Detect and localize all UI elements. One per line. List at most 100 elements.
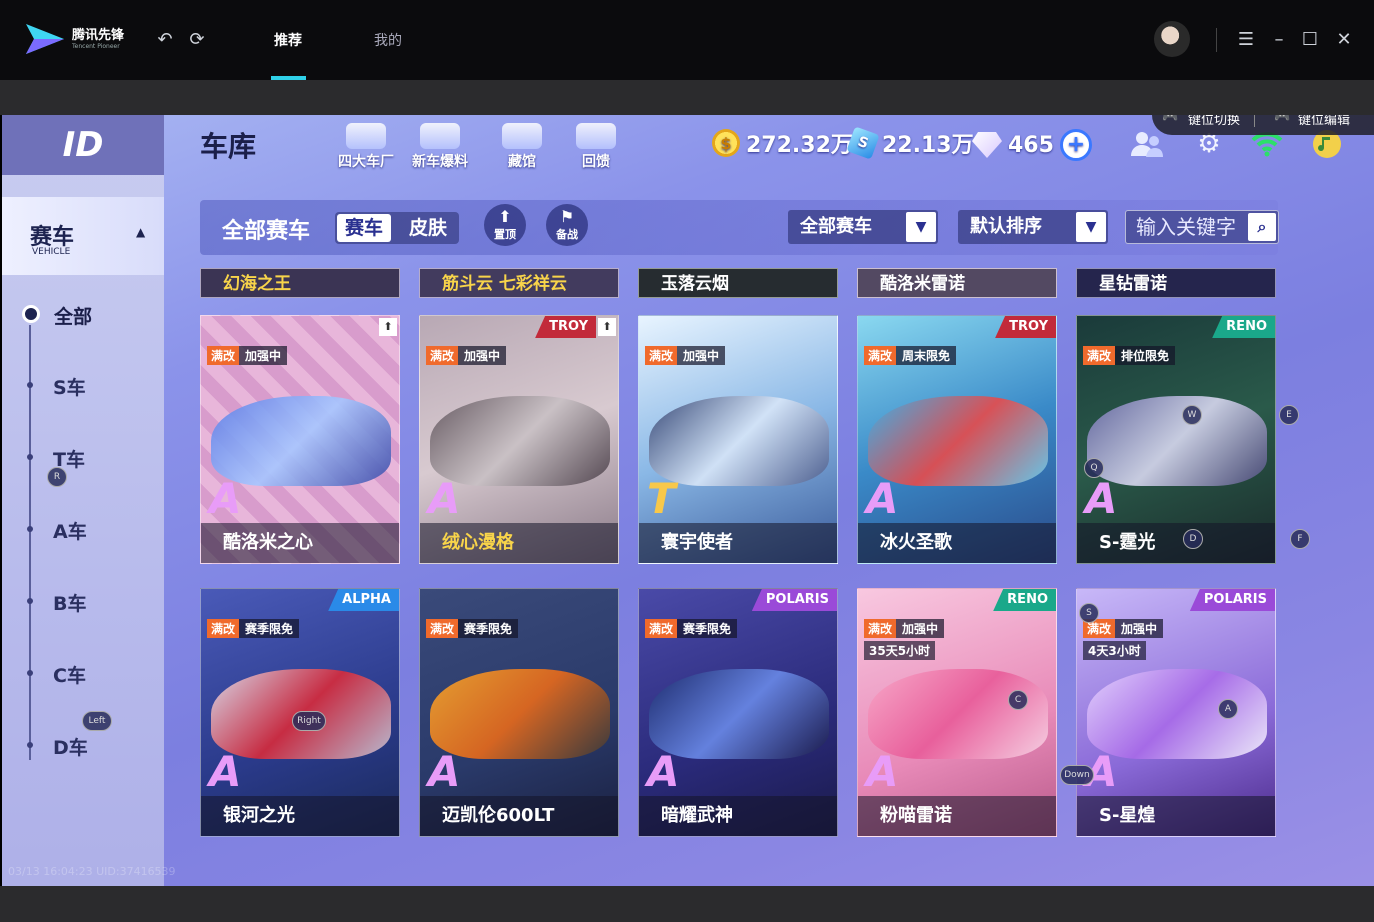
cube-icon: S [846, 126, 880, 160]
tab-cars[interactable]: 赛车 [337, 214, 392, 242]
tuning-badge: 满改 [426, 346, 459, 365]
key-hint: Down [1060, 765, 1094, 785]
key-hint: Left [82, 711, 112, 731]
grade-label: A [866, 747, 899, 796]
keymap-edit-button[interactable]: 键位编辑 [1298, 115, 1350, 128]
car-card[interactable]: TROY ⬆ 满改 加强中 A 绒心漫格 [419, 315, 619, 564]
status-badge: 加强中 [896, 619, 945, 638]
search-input[interactable] [1136, 214, 1246, 240]
sidebar-item-s[interactable]: S车 [53, 373, 86, 400]
avatar[interactable] [1154, 21, 1190, 57]
tab-recommend[interactable]: 推荐 [274, 30, 302, 50]
car-card[interactable]: 满改 加强中 T 寰宇使者 [638, 315, 838, 564]
hud-link-new-cars[interactable]: 新车爆料 [412, 123, 468, 171]
app-logo[interactable]: 腾讯先锋 Tencent Pioneer [24, 22, 124, 56]
car-card[interactable]: 星钻雷诺 [1076, 268, 1276, 298]
car-card[interactable]: RENO 满改 加强中 35天5小时 A 粉喵雷诺 [857, 588, 1057, 837]
key-hint: W [1182, 405, 1202, 425]
status-badge: 加强中 [1115, 619, 1164, 638]
car-image [1087, 669, 1267, 759]
pin-icon[interactable]: ⬆ [598, 318, 616, 336]
grade-label: A [1085, 474, 1118, 523]
flag-icon: ⚑ [559, 207, 575, 226]
maximize-icon[interactable]: ☐ [1300, 30, 1320, 50]
car-card[interactable]: 满改 赛季限免 A 迈凯伦600LT [419, 588, 619, 837]
divider [1254, 115, 1255, 127]
grade-label: A [647, 747, 680, 796]
car-icon [502, 123, 542, 149]
friends-icon[interactable] [1130, 127, 1164, 161]
hud-link-factories[interactable]: 四大车厂 [338, 123, 394, 171]
car-card[interactable]: ⬆ 满改 加强中 A 酷洛米之心 [200, 315, 400, 564]
car-image [430, 396, 610, 486]
sidebar-item-d[interactable]: D车 [53, 733, 88, 760]
keymap-switch-button[interactable]: 键位切换 [1188, 115, 1240, 128]
car-factory-icon [346, 123, 386, 149]
car-image [868, 396, 1048, 486]
car-card[interactable]: 筋斗云 七彩祥云 [419, 268, 619, 298]
prepare-race-button[interactable]: ⚑ 备战 [546, 204, 588, 246]
pin-to-top-button[interactable]: ⬆ 置顶 [484, 204, 526, 246]
toolbar-gap [0, 80, 1374, 115]
game-viewport[interactable]: ID 赛车 VEHICLE ▲ 全部 S车 T车 A车 B车 C车 D车 车库 … [2, 115, 1374, 886]
status-badge: 赛季限免 [239, 619, 300, 638]
hud-link-collection[interactable]: 藏馆 [502, 123, 542, 171]
key-hint: E [1279, 405, 1299, 425]
search-icon[interactable]: ⌕ [1248, 213, 1276, 241]
menu-icon[interactable]: ☰ [1236, 30, 1256, 50]
key-hint: Right [292, 711, 326, 731]
car-name: S-霆光 [1077, 523, 1275, 563]
gamepad-icon: 🎮 [1274, 115, 1291, 124]
grade-label: A [428, 747, 461, 796]
car-card[interactable]: 玉落云烟 [638, 268, 838, 298]
brand-badge: ALPHA [328, 589, 399, 611]
title-bar: 腾讯先锋 Tencent Pioneer ↶ ⟳ 推荐 我的 ☰ – ☐ ✕ [0, 0, 1374, 80]
car-card[interactable]: RENO 满改 排位限免 A S-霆光 [1076, 315, 1276, 564]
car-image [649, 669, 829, 759]
tab-skins[interactable]: 皮肤 [401, 214, 455, 242]
search-box: ⌕ [1125, 210, 1279, 244]
car-image [430, 669, 610, 759]
status-badge: 周末限免 [896, 346, 957, 365]
close-icon[interactable]: ✕ [1334, 30, 1354, 50]
sidebar-category-header[interactable]: 赛车 VEHICLE ▲ [2, 197, 164, 275]
sidebar-item-a[interactable]: A车 [53, 517, 87, 544]
car-card[interactable]: TROY 满改 周末限免 A 冰火圣歌 [857, 315, 1057, 564]
tuning-badge: 满改 [645, 346, 678, 365]
gift-icon [576, 123, 616, 149]
sidebar-header-sub: VEHICLE [32, 247, 71, 257]
sidebar-item-c[interactable]: C车 [53, 661, 86, 688]
countdown-timer: 4天3小时 [1083, 641, 1146, 660]
add-currency-button[interactable]: + [1059, 129, 1092, 161]
key-hint: R [47, 467, 67, 487]
minimize-icon[interactable]: – [1269, 30, 1289, 50]
car-card[interactable]: POLARIS 满改 赛季限免 A 暗耀武神 [638, 588, 838, 837]
sidebar-item-all[interactable]: 全部 [54, 302, 92, 329]
game-logo: ID [2, 115, 164, 175]
sidebar-dot [27, 454, 33, 460]
tuning-badge: 满改 [426, 619, 459, 638]
hud-link-rewards[interactable]: 回馈 [576, 123, 616, 171]
filter-bar: 全部赛车 赛车 皮肤 ⬆置顶 ⚑备战 全部赛车▼ 默认排序▼ ⌕ [200, 200, 1279, 255]
currency-coins: $272.32万 [712, 127, 853, 159]
car-card[interactable]: 幻海之王 [200, 268, 400, 298]
caret-up-icon: ▲ [136, 225, 146, 239]
car-name: 寰宇使者 [639, 523, 837, 563]
brand-badge: TROY [535, 316, 596, 338]
sidebar-item-b[interactable]: B车 [53, 589, 86, 616]
car-card[interactable]: 酷洛米雷诺 [857, 268, 1057, 298]
car-name: 暗耀武神 [639, 796, 837, 836]
status-badge: 赛季限免 [677, 619, 738, 638]
tab-mine[interactable]: 我的 [374, 30, 402, 50]
app-name: 腾讯先锋 [72, 27, 125, 43]
diamond-icon [972, 132, 1002, 158]
car-card[interactable]: POLARIS 满改 加强中 4天3小时 A S-星煌 [1076, 588, 1276, 837]
sidebar-dot [27, 526, 33, 532]
back-icon[interactable]: ↶ [155, 30, 175, 50]
sort-dropdown[interactable]: 默认排序 ▼ [958, 210, 1108, 244]
new-badge-icon [420, 123, 460, 149]
pin-icon[interactable]: ⬆ [379, 318, 397, 336]
refresh-icon[interactable]: ⟳ [187, 30, 207, 50]
pin-icon: ⬆ [498, 207, 512, 226]
car-type-dropdown[interactable]: 全部赛车 ▼ [788, 210, 938, 244]
